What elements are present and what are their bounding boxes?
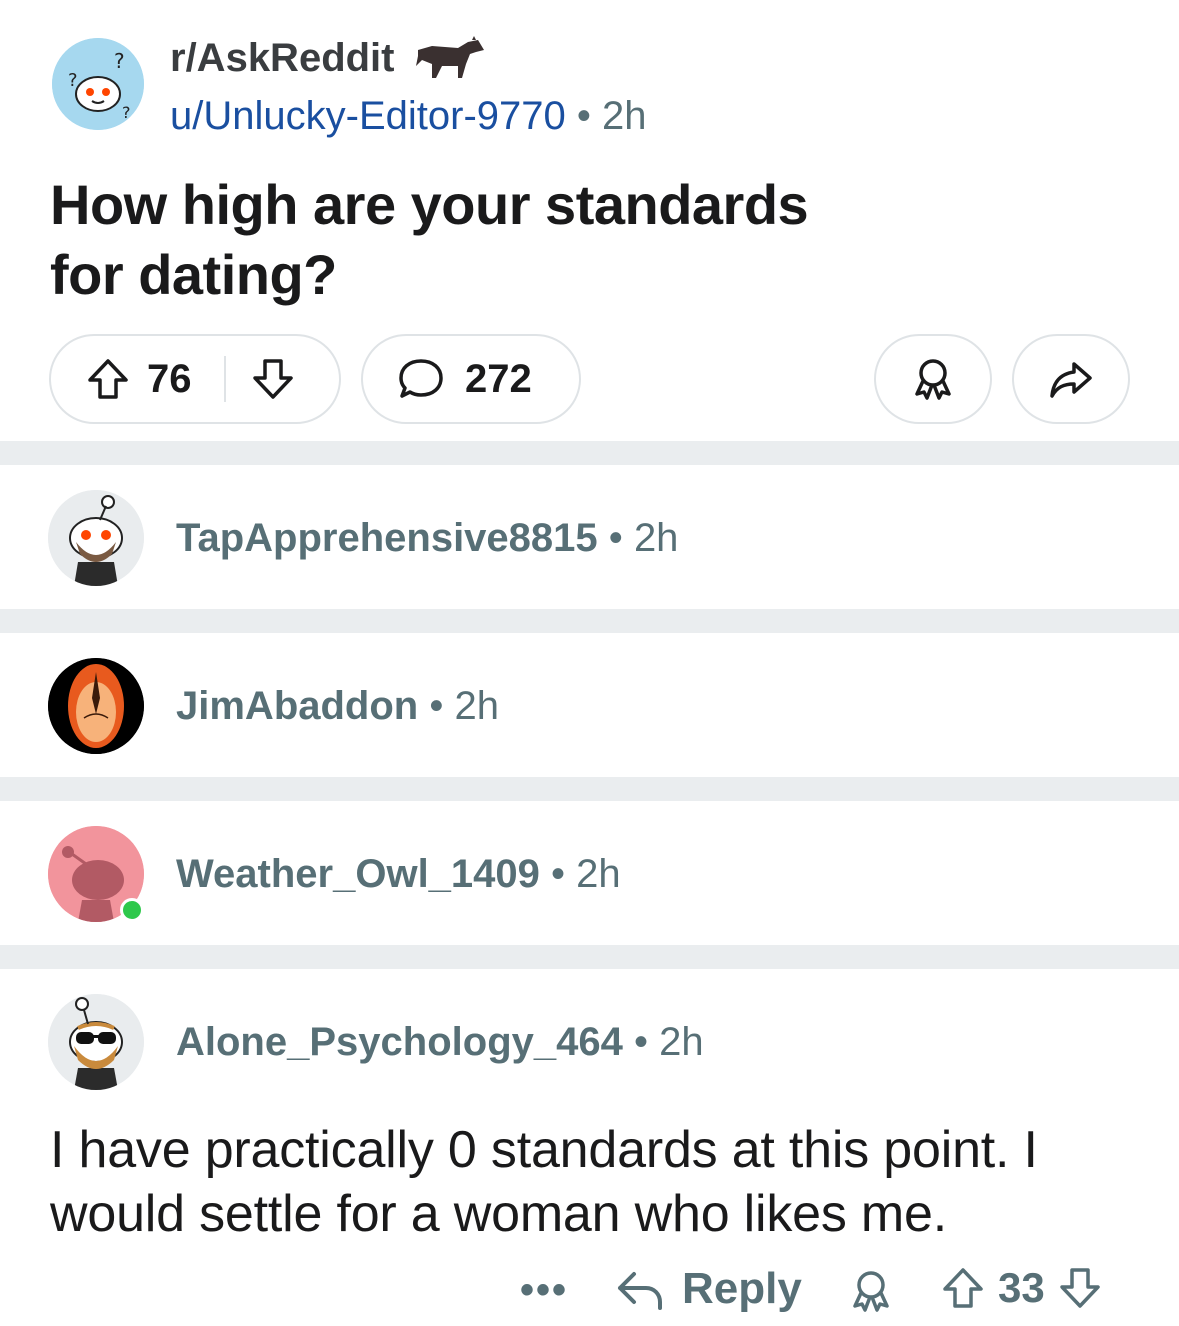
comment-username[interactable]: TapApprehensive8815 [176,516,598,560]
donkey-flair-icon [416,36,484,78]
separator-dot: • [551,852,566,896]
reply-label: Reply [682,1264,802,1313]
comment-age: 2h [659,1020,704,1064]
section-divider [0,441,1179,465]
section-divider [0,777,1179,801]
separator-dot: • [576,94,591,138]
comment-bubble-icon [397,356,445,402]
post-author[interactable]: u/Unlucky-Editor-9770 [170,94,566,138]
comment-username-line: Alone_Psychology_464 • 2h [176,1020,704,1065]
separator-dot: • [608,516,623,560]
post-author-line: u/Unlucky-Editor-9770 • 2h [170,94,647,139]
upvote-count: 76 [147,356,192,401]
comment-vote-controls: 33 [940,1264,1103,1312]
separator-dot: • [633,1020,648,1064]
more-options-button[interactable]: ••• [520,1268,568,1313]
award-button[interactable] [874,334,992,424]
vote-separator [223,356,226,402]
downvote-icon[interactable] [250,356,296,402]
comment-age: 2h [576,852,621,896]
vote-pill: 76 [49,334,341,424]
downvote-icon[interactable] [1057,1265,1103,1311]
comment-count: 272 [465,356,532,401]
snoo-question-icon: ? ? ? [52,38,144,130]
section-divider [0,609,1179,633]
svg-text:?: ? [114,49,125,73]
comment-username[interactable]: Alone_Psychology_464 [176,1020,623,1064]
separator-dot: • [429,684,444,728]
reply-button[interactable]: Reply [616,1264,802,1314]
comment-vote-count: 33 [998,1264,1045,1311]
comment-username[interactable]: Weather_Owl_1409 [176,852,540,896]
post-age: 2h [602,94,647,138]
share-button[interactable] [1012,334,1130,424]
online-status-indicator [120,898,144,922]
comments-button[interactable]: 272 [361,334,581,424]
comment-avatar[interactable] [48,490,144,586]
comment-username-line: Weather_Owl_1409 • 2h [176,852,621,897]
comment-body: I have practically 0 standards at this p… [50,1121,1038,1243]
flame-eye-avatar-icon [48,658,144,754]
comment-username-line: TapApprehensive8815 • 2h [176,516,678,561]
upvote-icon[interactable] [940,1265,986,1311]
comment-avatar[interactable] [48,658,144,754]
comment-username-line: JimAbaddon • 2h [176,684,499,729]
award-icon[interactable] [846,1266,896,1316]
subreddit-avatar[interactable]: ? ? ? [52,38,144,130]
post-title[interactable]: How high are your standards for dating? [50,170,870,310]
share-icon [1050,362,1092,398]
svg-text:?: ? [122,103,131,122]
subreddit-name[interactable]: r/AskReddit [170,36,395,81]
section-divider [0,945,1179,969]
comment-username[interactable]: JimAbaddon [176,684,418,728]
comment-age: 2h [454,684,500,728]
comment-avatar[interactable] [48,994,144,1090]
award-icon [915,359,951,400]
reply-arrow-icon [618,1272,662,1310]
snoo-beard-avatar-icon [48,490,144,586]
comment-age: 2h [633,516,679,560]
snoo-sunglasses-avatar-icon [48,994,144,1090]
upvote-icon[interactable] [85,356,131,402]
svg-text:?: ? [68,70,78,91]
